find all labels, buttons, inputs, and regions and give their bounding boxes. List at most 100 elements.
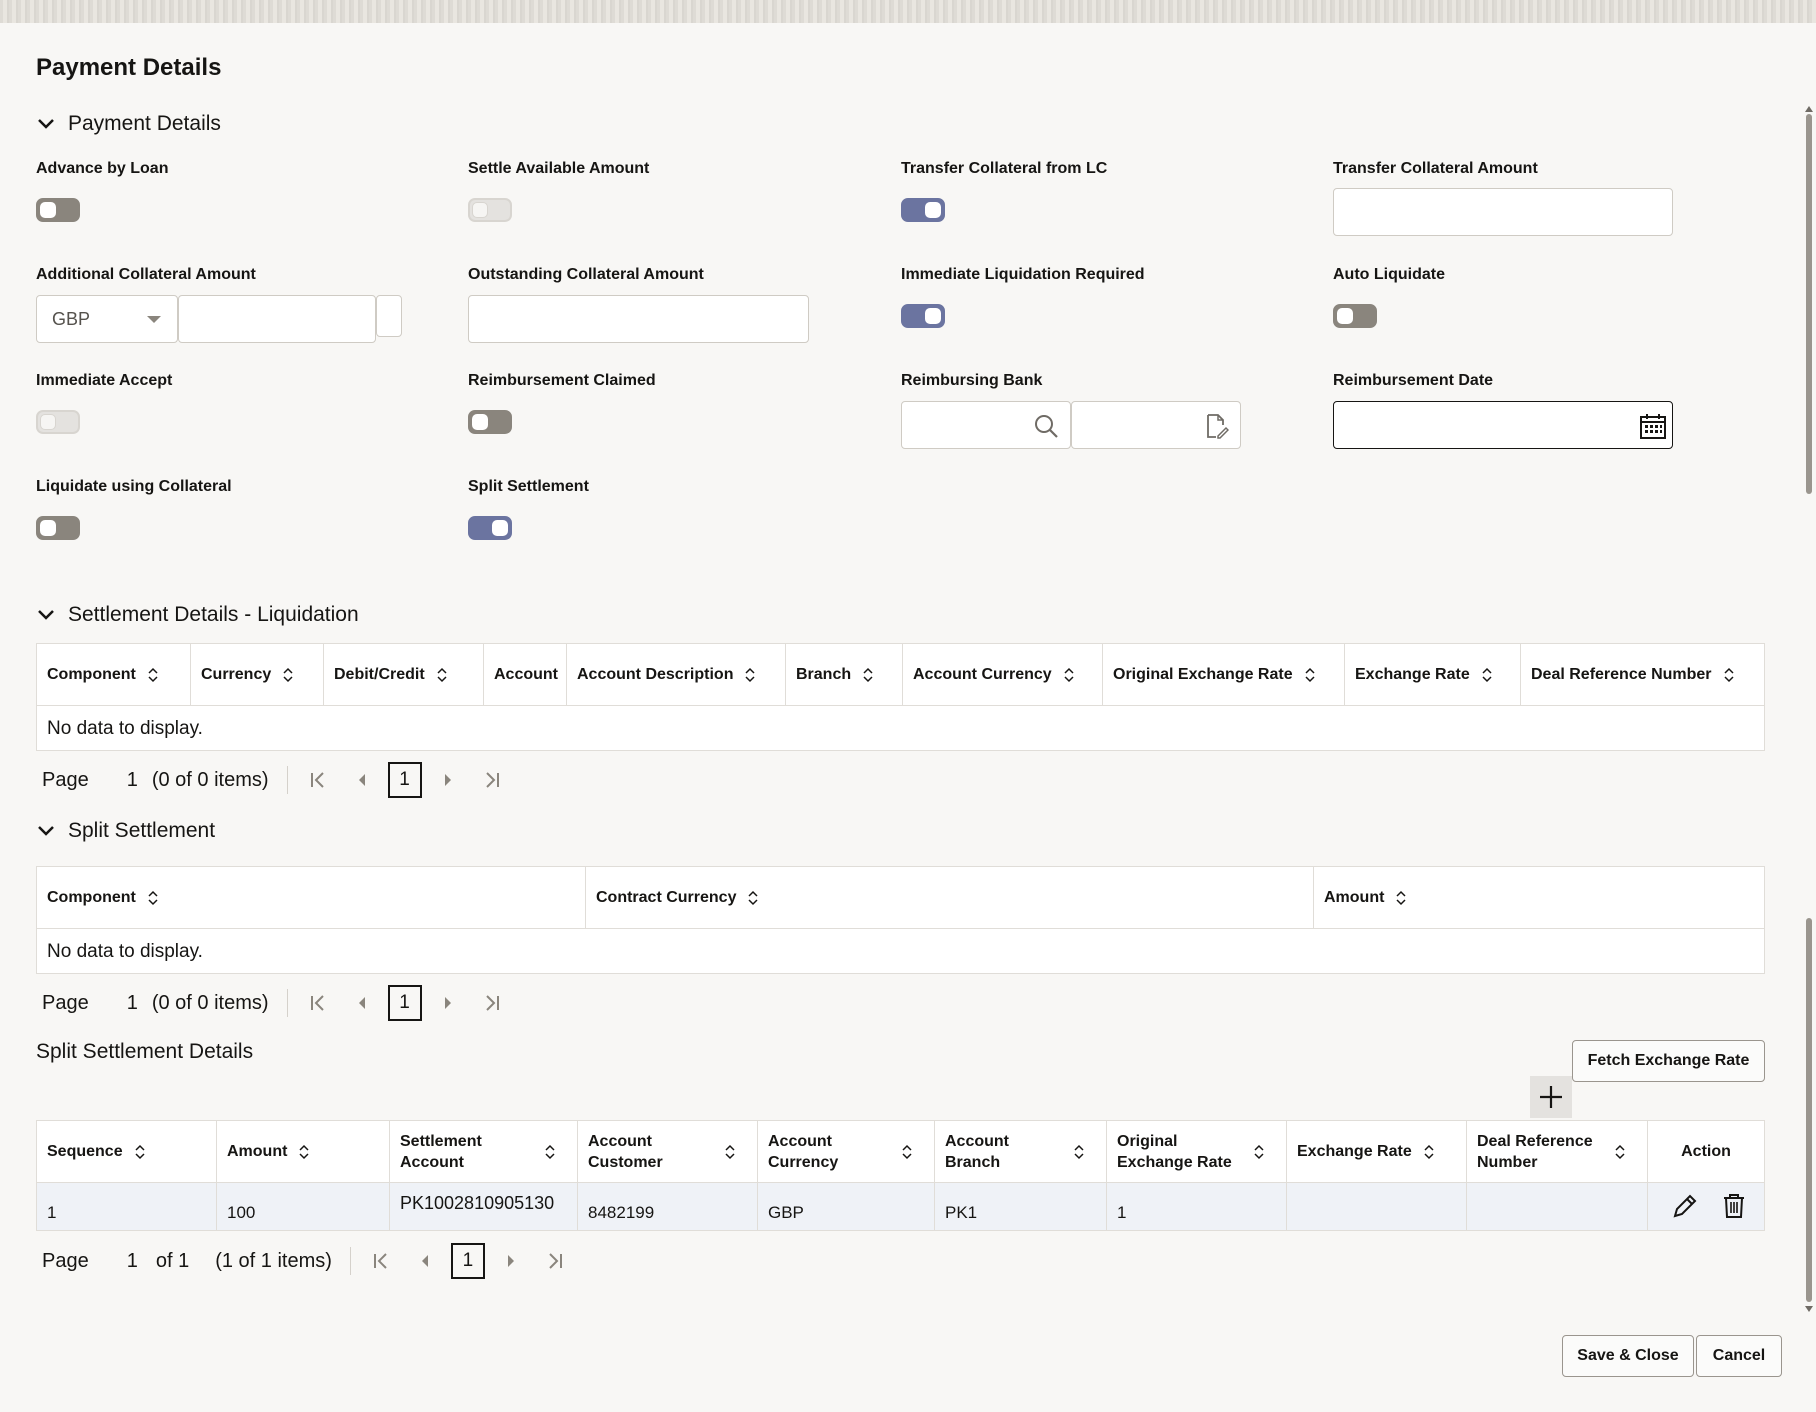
reimbursement-date-input[interactable] bbox=[1333, 401, 1673, 449]
transfer-collateral-amount-input[interactable] bbox=[1333, 188, 1673, 236]
last-page-icon[interactable] bbox=[470, 761, 514, 799]
next-page-icon[interactable] bbox=[426, 761, 470, 799]
column-header[interactable]: Account Currency bbox=[903, 644, 1103, 705]
sort-icon[interactable] bbox=[863, 667, 873, 683]
advance-by-loan-toggle[interactable] bbox=[36, 198, 80, 222]
sort-icon[interactable] bbox=[545, 1144, 555, 1160]
settle-available-amount-label: Settle Available Amount bbox=[468, 160, 649, 178]
search-icon[interactable] bbox=[1033, 413, 1059, 439]
auto-liquidate-toggle[interactable] bbox=[1333, 304, 1377, 328]
document-edit-icon[interactable] bbox=[1205, 413, 1229, 439]
chevron-down-icon bbox=[36, 114, 56, 134]
section-settlement-details[interactable]: Settlement Details - Liquidation bbox=[36, 600, 359, 630]
previous-page-icon[interactable] bbox=[403, 1242, 447, 1280]
column-header[interactable]: Account bbox=[484, 644, 567, 705]
column-header[interactable]: Exchange Rate bbox=[1345, 644, 1521, 705]
section-payment-details[interactable]: Payment Details bbox=[36, 109, 221, 139]
column-header[interactable]: Component bbox=[37, 644, 191, 705]
page-number[interactable]: 1 bbox=[127, 769, 138, 792]
sort-icon[interactable] bbox=[283, 667, 293, 683]
sort-icon[interactable] bbox=[1064, 667, 1074, 683]
current-page[interactable]: 1 bbox=[388, 762, 422, 798]
previous-page-icon[interactable] bbox=[340, 984, 384, 1022]
current-page[interactable]: 1 bbox=[388, 985, 422, 1021]
column-header[interactable]: OriginalExchange Rate bbox=[1107, 1121, 1287, 1182]
sort-icon[interactable] bbox=[148, 890, 158, 906]
liquidate-using-collateral-toggle[interactable] bbox=[36, 516, 80, 540]
sort-icon[interactable] bbox=[902, 1144, 912, 1160]
column-header[interactable]: AccountCustomer bbox=[578, 1121, 758, 1182]
sort-icon[interactable] bbox=[1074, 1144, 1084, 1160]
save-and-close-button[interactable]: Save & Close bbox=[1562, 1335, 1694, 1377]
column-header[interactable]: Account Description bbox=[567, 644, 786, 705]
immediate-liquidation-required-toggle[interactable] bbox=[901, 304, 945, 328]
table-row[interactable]: 1 100 PK1002810905130 8482199 GBP PK1 1 bbox=[37, 1183, 1764, 1230]
column-header[interactable]: Original Exchange Rate bbox=[1103, 644, 1345, 705]
column-header[interactable]: Branch bbox=[786, 644, 903, 705]
column-header[interactable]: Debit/Credit bbox=[324, 644, 484, 705]
column-header[interactable]: Currency bbox=[191, 644, 324, 705]
last-page-icon[interactable] bbox=[533, 1242, 577, 1280]
sort-icon[interactable] bbox=[1254, 1144, 1264, 1160]
reimbursement-claimed-toggle[interactable] bbox=[468, 410, 512, 434]
sort-icon[interactable] bbox=[437, 667, 447, 683]
additional-collateral-amount-input[interactable] bbox=[178, 295, 376, 343]
section-title: Settlement Details - Liquidation bbox=[68, 603, 359, 627]
amount-spinner-button[interactable] bbox=[376, 295, 402, 337]
currency-select[interactable]: GBP bbox=[36, 295, 178, 343]
first-page-icon[interactable] bbox=[296, 984, 340, 1022]
column-header[interactable]: Sequence bbox=[37, 1121, 217, 1182]
sort-icon[interactable] bbox=[1305, 667, 1315, 683]
scrollbar-thumb[interactable] bbox=[1806, 918, 1812, 1302]
sort-icon[interactable] bbox=[725, 1144, 735, 1160]
column-header[interactable]: Amount bbox=[1314, 867, 1764, 928]
column-header[interactable]: AccountCurrency bbox=[758, 1121, 935, 1182]
page-number[interactable]: 1 bbox=[127, 1250, 138, 1273]
column-header[interactable]: Deal ReferenceNumber bbox=[1467, 1121, 1648, 1182]
edit-pencil-icon[interactable] bbox=[1672, 1193, 1698, 1219]
next-page-icon[interactable] bbox=[489, 1242, 533, 1280]
sort-icon[interactable] bbox=[148, 667, 158, 683]
page-number[interactable]: 1 bbox=[127, 992, 138, 1015]
fetch-exchange-rate-button[interactable]: Fetch Exchange Rate bbox=[1572, 1040, 1765, 1082]
column-header[interactable]: Deal Reference Number bbox=[1521, 644, 1764, 705]
add-row-button[interactable] bbox=[1530, 1076, 1572, 1118]
sort-icon[interactable] bbox=[745, 667, 755, 683]
column-header[interactable]: Contract Currency bbox=[586, 867, 1314, 928]
column-header[interactable]: Amount bbox=[217, 1121, 390, 1182]
sort-icon[interactable] bbox=[1615, 1144, 1625, 1160]
first-page-icon[interactable] bbox=[296, 761, 340, 799]
sequence-cell: 1 bbox=[37, 1183, 217, 1230]
scrollbar-thumb[interactable] bbox=[1806, 114, 1812, 494]
sort-icon[interactable] bbox=[1724, 667, 1734, 683]
calendar-icon[interactable] bbox=[1640, 413, 1666, 439]
column-header[interactable]: AccountBranch bbox=[935, 1121, 1107, 1182]
cancel-button[interactable]: Cancel bbox=[1696, 1335, 1782, 1377]
last-page-icon[interactable] bbox=[470, 984, 514, 1022]
outstanding-collateral-amount-label: Outstanding Collateral Amount bbox=[468, 266, 704, 284]
account-customer-cell: 8482199 bbox=[578, 1183, 758, 1230]
reimbursing-bank-input[interactable] bbox=[901, 401, 1071, 449]
sort-icon[interactable] bbox=[1482, 667, 1492, 683]
sort-icon[interactable] bbox=[1424, 1144, 1434, 1160]
page-total: of 1 bbox=[156, 1250, 189, 1273]
transfer-collateral-from-lc-toggle[interactable] bbox=[901, 198, 945, 222]
first-page-icon[interactable] bbox=[359, 1242, 403, 1280]
sort-icon[interactable] bbox=[299, 1144, 309, 1160]
sort-icon[interactable] bbox=[1396, 890, 1406, 906]
column-header[interactable]: SettlementAccount bbox=[390, 1121, 578, 1182]
reimbursing-bank-name-input[interactable] bbox=[1071, 401, 1241, 449]
previous-page-icon[interactable] bbox=[340, 761, 384, 799]
next-page-icon[interactable] bbox=[426, 984, 470, 1022]
sort-icon[interactable] bbox=[748, 890, 758, 906]
column-header[interactable]: Exchange Rate bbox=[1287, 1121, 1467, 1182]
column-header[interactable]: Component bbox=[37, 867, 586, 928]
split-settlement-toggle[interactable] bbox=[468, 516, 512, 540]
scroll-down-icon[interactable] bbox=[1805, 1306, 1813, 1312]
outstanding-collateral-amount-input[interactable] bbox=[468, 295, 809, 343]
scroll-up-icon[interactable] bbox=[1805, 106, 1813, 112]
delete-trash-icon[interactable] bbox=[1722, 1193, 1746, 1219]
sort-icon[interactable] bbox=[135, 1144, 145, 1160]
section-split-settlement[interactable]: Split Settlement bbox=[36, 816, 215, 846]
current-page[interactable]: 1 bbox=[451, 1243, 485, 1279]
